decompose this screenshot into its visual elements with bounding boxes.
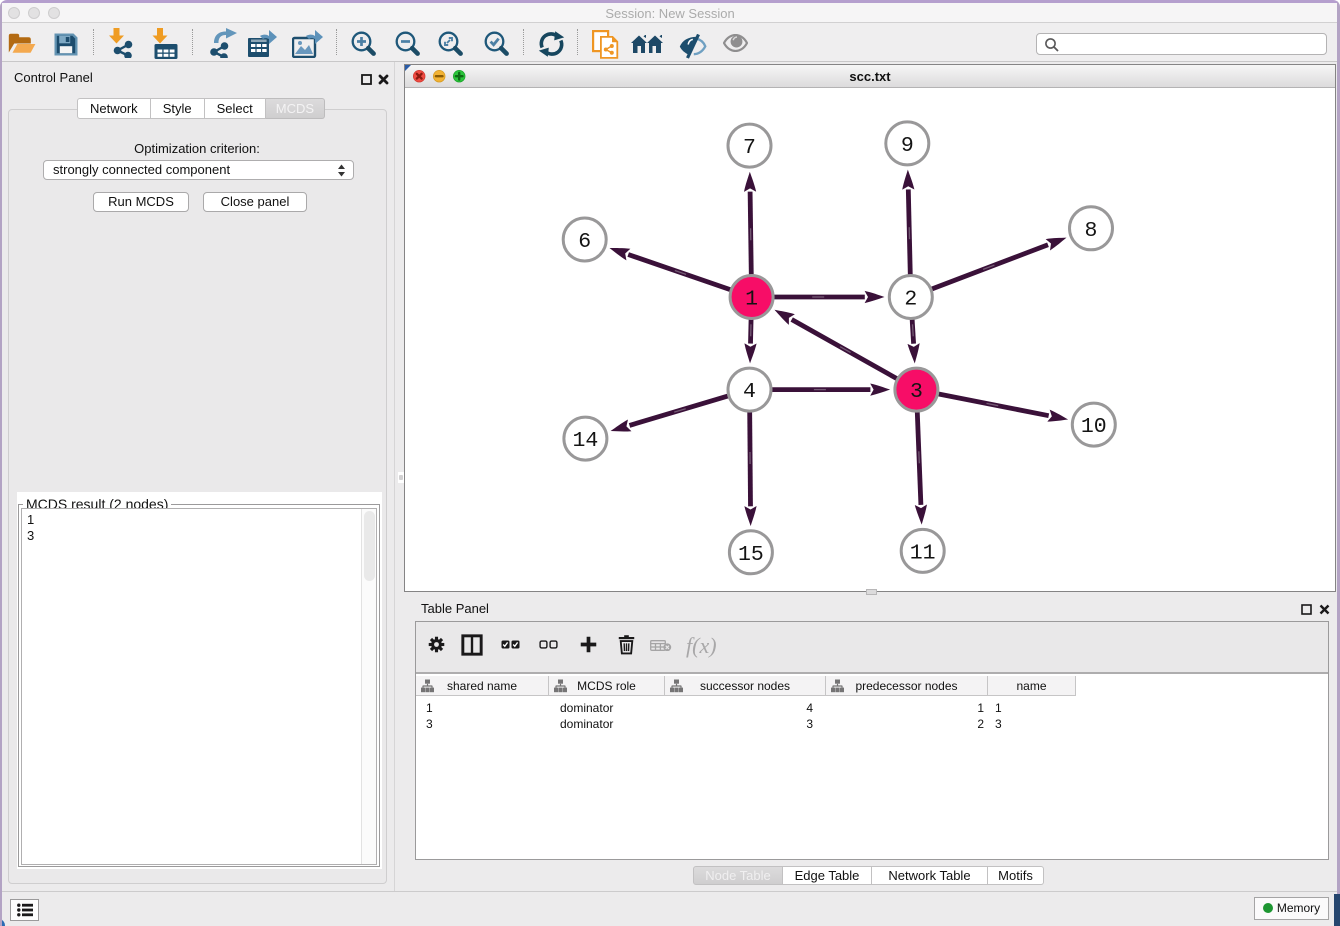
svg-text:1: 1 xyxy=(745,288,758,312)
svg-text:10: 10 xyxy=(1081,415,1107,439)
svg-text:6: 6 xyxy=(578,230,591,254)
svg-text:11: 11 xyxy=(910,542,936,566)
svg-text:2: 2 xyxy=(904,288,917,312)
svg-text:15: 15 xyxy=(738,543,764,567)
svg-text:8: 8 xyxy=(1085,219,1098,243)
svg-text:9: 9 xyxy=(901,134,914,158)
svg-text:3: 3 xyxy=(910,380,923,404)
svg-text:4: 4 xyxy=(743,380,756,404)
svg-text:7: 7 xyxy=(743,136,756,160)
svg-text:14: 14 xyxy=(572,429,598,453)
